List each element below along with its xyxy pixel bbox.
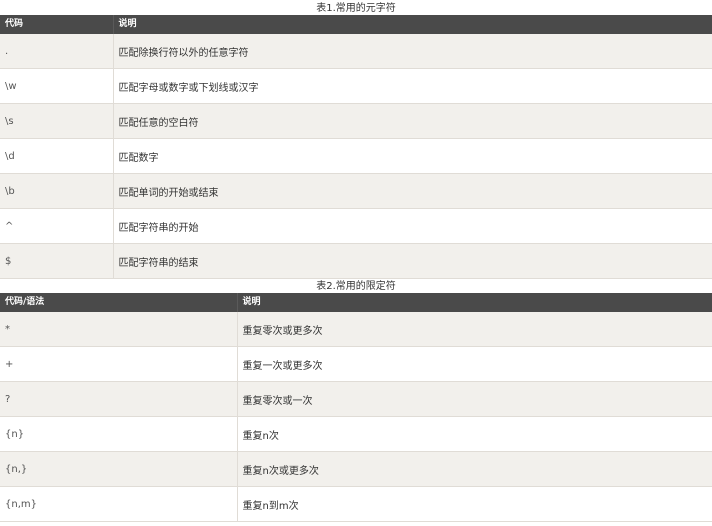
cell-description: 匹配字符串的开始 bbox=[113, 208, 712, 244]
cell-description: 重复零次或一次 bbox=[237, 381, 712, 417]
metacharacter-table: 代码 说明 . 匹配除换行符以外的任意字符 \w 匹配字母或数字或下划线或汉字 … bbox=[0, 15, 712, 279]
cell-description: 重复n次 bbox=[237, 416, 712, 452]
table-row: {n,m} 重复n到m次 bbox=[0, 486, 712, 522]
cell-code: \d bbox=[0, 138, 114, 174]
quantifier-table: 代码/语法 说明 * 重复零次或更多次 + 重复一次或更多次 ? 重复零次或一次… bbox=[0, 293, 712, 522]
cell-code: . bbox=[0, 34, 114, 69]
cell-code: {n,} bbox=[0, 451, 238, 487]
cell-description: 匹配数字 bbox=[113, 138, 712, 174]
cell-code: ^ bbox=[0, 208, 114, 244]
table2-caption: 表2.常用的限定符 bbox=[316, 281, 396, 292]
cell-code: {n,m} bbox=[0, 486, 238, 522]
cell-code: \b bbox=[0, 173, 114, 209]
table-row: ? 重复零次或一次 bbox=[0, 381, 712, 417]
cell-code: \w bbox=[0, 68, 114, 104]
table-header-row: 代码/语法 说明 bbox=[0, 293, 712, 312]
cell-description: 匹配字母或数字或下划线或汉字 bbox=[113, 68, 712, 104]
cell-description: 匹配除换行符以外的任意字符 bbox=[113, 34, 712, 69]
table-row: \w 匹配字母或数字或下划线或汉字 bbox=[0, 68, 712, 104]
column-header-description: 说明 bbox=[237, 293, 712, 312]
cell-description: 匹配任意的空白符 bbox=[113, 103, 712, 139]
table-row: \s 匹配任意的空白符 bbox=[0, 103, 712, 139]
cell-code: \s bbox=[0, 103, 114, 139]
table-row: ^ 匹配字符串的开始 bbox=[0, 208, 712, 244]
cell-description: 重复n到m次 bbox=[237, 486, 712, 522]
cell-code: ? bbox=[0, 381, 238, 417]
column-header-description: 说明 bbox=[113, 15, 712, 34]
cell-description: 匹配字符串的结束 bbox=[113, 243, 712, 279]
table-row: {n} 重复n次 bbox=[0, 416, 712, 452]
table-row: \d 匹配数字 bbox=[0, 138, 712, 174]
table-row: \b 匹配单词的开始或结束 bbox=[0, 173, 712, 209]
column-header-code: 代码 bbox=[0, 15, 114, 34]
table-row: * 重复零次或更多次 bbox=[0, 312, 712, 347]
table-row: + 重复一次或更多次 bbox=[0, 346, 712, 382]
cell-code: {n} bbox=[0, 416, 238, 452]
cell-description: 重复一次或更多次 bbox=[237, 346, 712, 382]
cell-code: + bbox=[0, 346, 238, 382]
cell-code: * bbox=[0, 312, 238, 347]
table-row: $ 匹配字符串的结束 bbox=[0, 243, 712, 279]
table-row: . 匹配除换行符以外的任意字符 bbox=[0, 34, 712, 69]
cell-description: 匹配单词的开始或结束 bbox=[113, 173, 712, 209]
table-header-row: 代码 说明 bbox=[0, 15, 712, 34]
cell-description: 重复零次或更多次 bbox=[237, 312, 712, 347]
column-header-code-syntax: 代码/语法 bbox=[0, 293, 238, 312]
table-row: {n,} 重复n次或更多次 bbox=[0, 451, 712, 487]
cell-code: $ bbox=[0, 243, 114, 279]
table1-caption: 表1.常用的元字符 bbox=[316, 3, 396, 14]
cell-description: 重复n次或更多次 bbox=[237, 451, 712, 487]
